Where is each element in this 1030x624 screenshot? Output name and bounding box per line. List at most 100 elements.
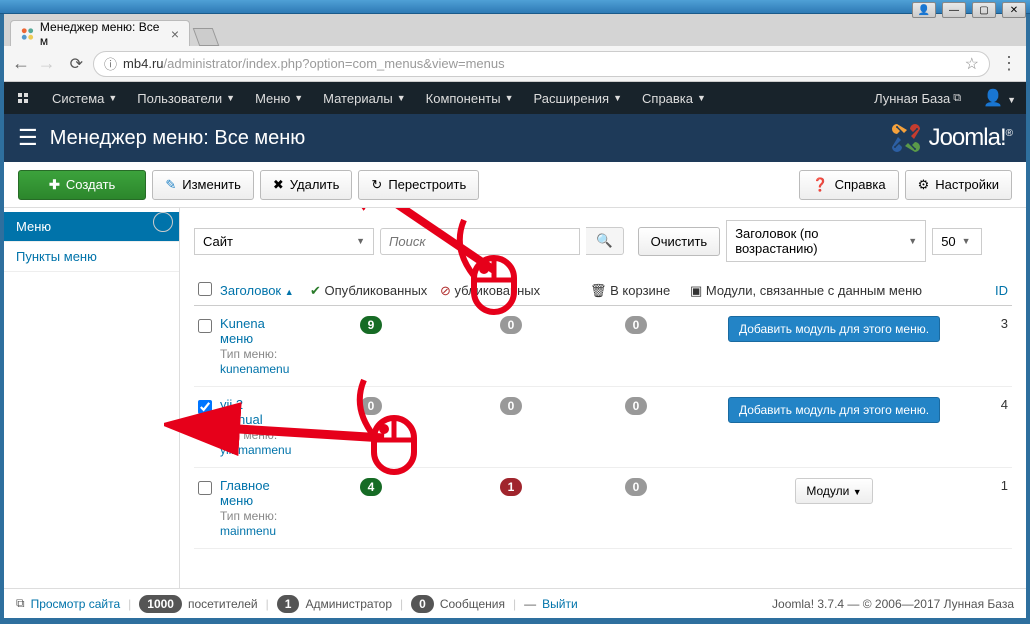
question-icon: ❓ — [812, 177, 828, 193]
external-link-icon: ⧉ — [953, 92, 961, 105]
sort-asc-icon: ▲ — [285, 287, 294, 297]
table-row: Главное меню Тип меню: mainmenu 4 1 0 Мо… — [194, 468, 1012, 549]
trashed-badge[interactable]: 0 — [625, 478, 648, 496]
window-close-button[interactable]: ✕ — [1002, 2, 1026, 18]
site-name-link[interactable]: Лунная База⧉ — [864, 82, 971, 114]
pencil-icon: ✎ — [165, 177, 176, 193]
admin-footer: ⧉ Просмотр сайта | 1000 посетителей | 1 … — [4, 588, 1026, 618]
browser-addressbar: ← → ⟳ ⓘ mb4.ru/administrator/index.php?o… — [4, 46, 1026, 82]
x-icon: ✖ — [273, 177, 284, 193]
gear-icon: ⚙ — [918, 177, 930, 193]
menubar-item-system[interactable]: Система▼ — [42, 82, 127, 114]
row-checkbox[interactable] — [198, 319, 212, 333]
menubar-item-extensions[interactable]: Расширения▼ — [523, 82, 632, 114]
menutype-link[interactable]: yii2manmenu — [220, 443, 291, 457]
site-info-icon[interactable]: ⓘ — [104, 54, 117, 73]
table-row: yii 2 Manual Тип меню: yii2manmenu 0 0 0… — [194, 387, 1012, 468]
modules-dropdown[interactable]: Модули ▼ — [795, 478, 872, 504]
sidebar-item-menu-items[interactable]: Пункты меню — [4, 242, 179, 272]
user-menu-icon[interactable]: 👤▼ — [983, 88, 1016, 108]
tab-title: Менеджер меню: Все м — [40, 20, 161, 48]
published-badge[interactable]: 0 — [360, 397, 383, 415]
filter-bar: Сайт▼ 🔍 Очистить Заголовок (по возрастан… — [194, 220, 1012, 262]
joomla-icon — [14, 89, 32, 107]
x-circle-icon: ⊘ — [440, 283, 451, 298]
window-maximize-button[interactable]: ▢ — [972, 2, 996, 18]
limit-select[interactable]: 50▼ — [932, 228, 982, 255]
checkall-checkbox[interactable] — [198, 282, 212, 296]
window-minimize-button[interactable]: — — [942, 2, 966, 18]
nav-forward-icon[interactable]: → — [38, 53, 56, 73]
nav-back-icon[interactable]: ← — [12, 53, 30, 73]
visitors-badge: 1000 — [139, 595, 182, 613]
menu-title-link[interactable]: Kunena — [220, 316, 265, 331]
menu-title-link[interactable]: меню — [220, 331, 253, 346]
menubar-item-components[interactable]: Компоненты▼ — [416, 82, 524, 114]
row-id: 1 — [982, 468, 1012, 549]
published-badge[interactable]: 9 — [360, 316, 383, 334]
plus-icon: ✚ — [49, 177, 60, 193]
main-content: Сайт▼ 🔍 Очистить Заголовок (по возрастан… — [180, 208, 1026, 588]
logout-link[interactable]: Выйти — [542, 597, 578, 611]
sort-select[interactable]: Заголовок (по возрастанию)▼ — [726, 220, 926, 262]
menu-title-link[interactable]: меню — [220, 493, 253, 508]
row-checkbox[interactable] — [198, 481, 212, 495]
brand-text: Joomla! — [929, 124, 1006, 151]
browser-menu-icon[interactable]: ⋮ — [1000, 53, 1018, 74]
sidebar-item-menus[interactable]: Меню — [4, 212, 179, 242]
client-select[interactable]: Сайт▼ — [194, 228, 374, 255]
trash-icon: 🗑 — [590, 283, 607, 298]
menutype-link[interactable]: kunenamenu — [220, 362, 289, 376]
action-toolbar: ✚Создать ✎Изменить ✖Удалить ↻Перестроить… — [4, 162, 1026, 208]
view-site-link[interactable]: Просмотр сайта — [31, 597, 121, 611]
menubar-item-content[interactable]: Материалы▼ — [313, 82, 416, 114]
browser-tab[interactable]: Менеджер меню: Все м × — [10, 20, 190, 46]
search-button[interactable]: 🔍 — [586, 227, 624, 255]
joomla-logo-icon — [889, 121, 923, 155]
row-id: 4 — [982, 387, 1012, 468]
unpublished-badge[interactable]: 0 — [500, 316, 523, 334]
cube-icon: ▣ — [690, 283, 702, 298]
menutype-link[interactable]: mainmenu — [220, 524, 276, 538]
admin-menubar: Система▼ Пользователи▼ Меню▼ Материалы▼ … — [4, 82, 1026, 114]
window-user-icon[interactable]: 👤 — [912, 2, 936, 18]
sidebar-collapse-icon[interactable]: ⊖ — [153, 212, 173, 232]
add-module-button[interactable]: Добавить модуль для этого меню. — [728, 316, 940, 342]
admin-badge: 1 — [277, 595, 300, 613]
create-button[interactable]: ✚Создать — [18, 170, 146, 200]
delete-button[interactable]: ✖Удалить — [260, 170, 353, 200]
url-input[interactable]: ⓘ mb4.ru/administrator/index.php?option=… — [93, 51, 990, 77]
trashed-badge[interactable]: 0 — [625, 397, 648, 415]
check-icon: ✔ — [310, 283, 321, 298]
unpublished-badge[interactable]: 1 — [500, 478, 523, 496]
search-input[interactable] — [380, 228, 580, 255]
edit-button[interactable]: ✎Изменить — [152, 170, 254, 200]
menu-title-link[interactable]: Главное — [220, 478, 270, 493]
page-header: ☰ Менеджер меню: Все меню Joomla!® — [4, 114, 1026, 162]
menubar-item-menus[interactable]: Меню▼ — [245, 82, 313, 114]
menubar-item-help[interactable]: Справка▼ — [632, 82, 716, 114]
menu-title-link[interactable]: yii 2 — [220, 397, 243, 412]
new-tab-button[interactable] — [193, 28, 220, 46]
menubar-item-users[interactable]: Пользователи▼ — [127, 82, 245, 114]
col-title[interactable]: Заголовок — [220, 283, 281, 298]
menutype-label: Тип меню: — [220, 347, 277, 361]
bookmark-icon[interactable]: ☆ — [965, 54, 979, 74]
joomla-favicon-icon — [21, 27, 34, 41]
col-id[interactable]: ID — [995, 283, 1008, 298]
rebuild-button[interactable]: ↻Перестроить — [358, 170, 479, 200]
page-icon: ☰ — [18, 125, 38, 151]
trashed-badge[interactable]: 0 — [625, 316, 648, 334]
options-button[interactable]: ⚙Настройки — [905, 170, 1012, 200]
unpublished-badge[interactable]: 0 — [500, 397, 523, 415]
add-module-button[interactable]: Добавить модуль для этого меню. — [728, 397, 940, 423]
refresh-icon[interactable]: ⟳ — [70, 54, 83, 74]
help-button[interactable]: ❓Справка — [799, 170, 898, 200]
window-titlebar: 👤 — ▢ ✕ — [0, 0, 1030, 14]
published-badge[interactable]: 4 — [360, 478, 383, 496]
clear-button[interactable]: Очистить — [638, 227, 721, 256]
tab-close-icon[interactable]: × — [171, 26, 179, 42]
menu-title-link[interactable]: Manual — [220, 412, 263, 427]
row-checkbox[interactable] — [198, 400, 212, 414]
col-published: Опубликованных — [325, 283, 428, 298]
